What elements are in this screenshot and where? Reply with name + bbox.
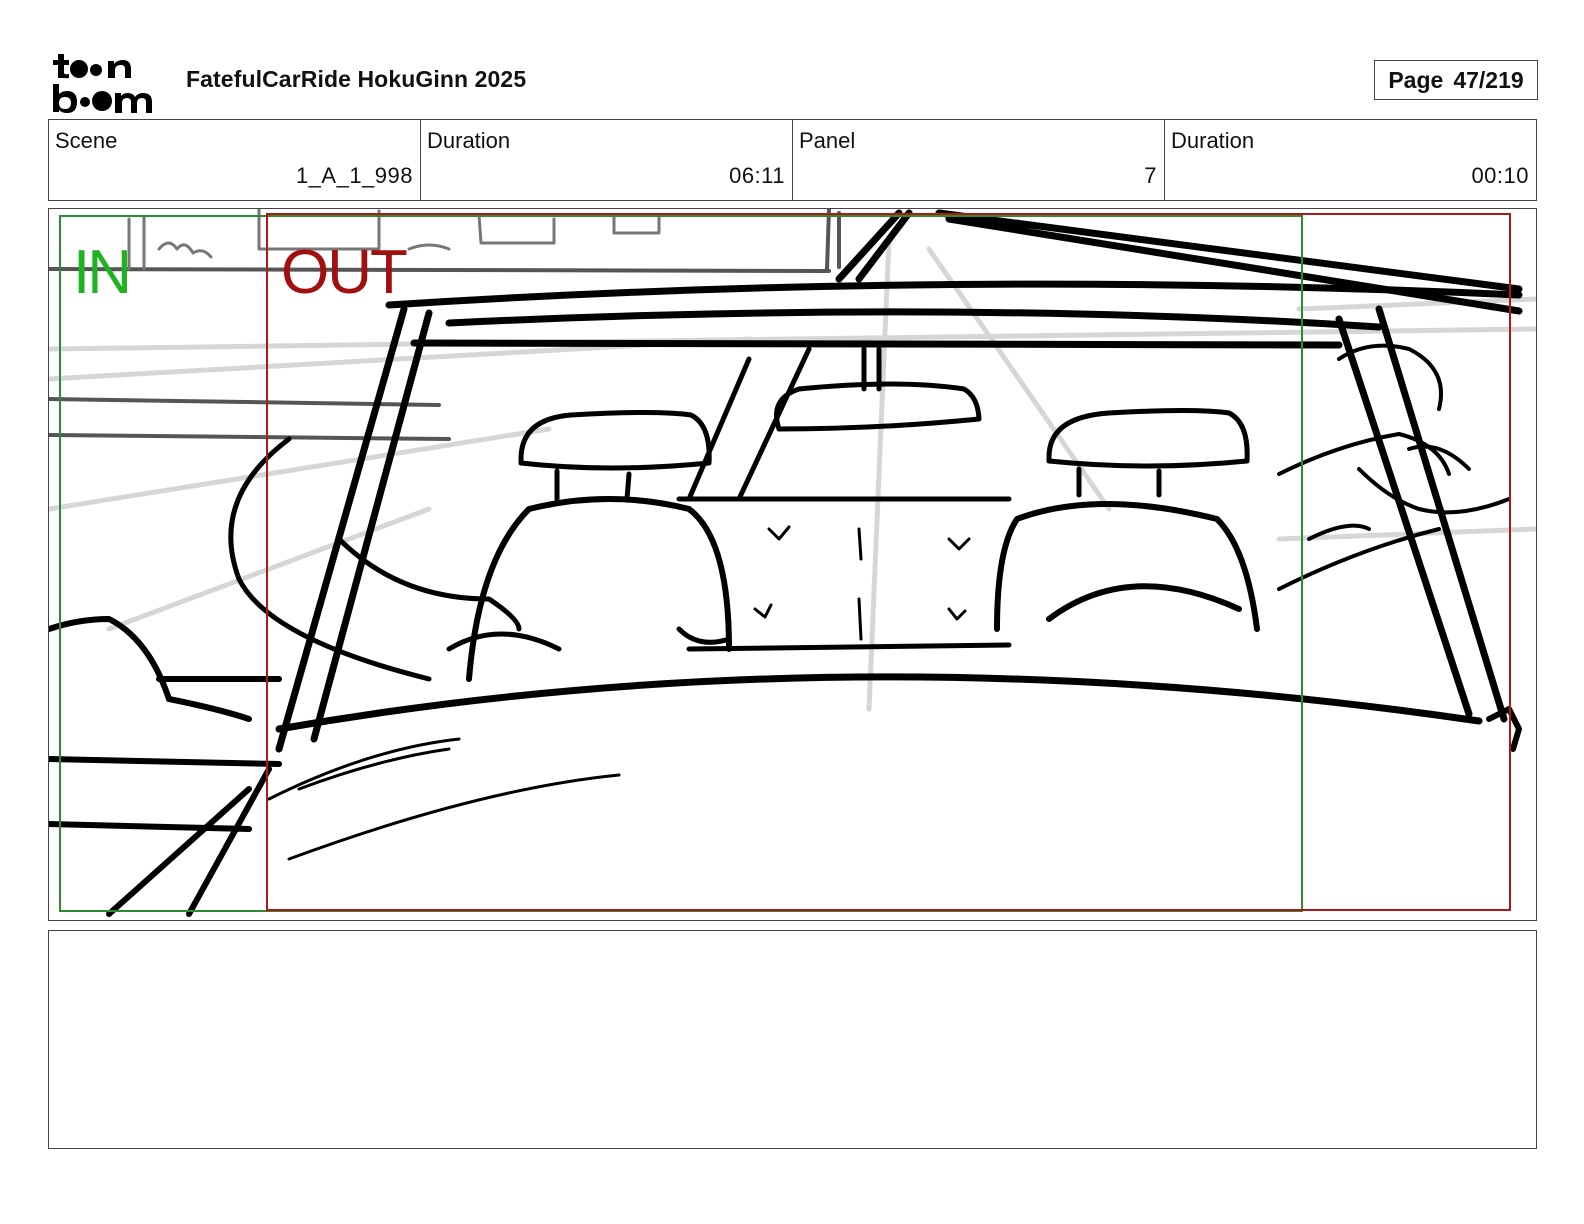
- panel-value: 7: [1144, 163, 1157, 188]
- panel-duration-value: 00:10: [1471, 163, 1529, 188]
- toonboom-logo: [52, 50, 164, 114]
- project-title: FatefulCarRide HokuGinn 2025: [186, 66, 527, 92]
- scene-cell: Scene 1_A_1_998: [49, 120, 421, 200]
- in-marker-label: IN: [73, 238, 132, 307]
- panel-notes-box[interactable]: [48, 930, 1537, 1149]
- scene-duration-label: Duration: [427, 128, 511, 153]
- scene-duration-value: 06:11: [729, 163, 785, 188]
- out-marker-label: OUT: [281, 238, 408, 307]
- panel-cell: Panel 7: [793, 120, 1165, 200]
- panel-duration-cell: Duration 00:10: [1165, 120, 1536, 200]
- page-label: Page: [1388, 66, 1444, 93]
- scene-label: Scene: [55, 128, 118, 153]
- page-indicator: Page 47/219: [1374, 60, 1538, 100]
- storyboard-panel: IN OUT: [48, 208, 1537, 921]
- storyboard-sketch-image: [49, 209, 1536, 917]
- page-number: 47/219: [1453, 66, 1524, 93]
- scene-value: 1_A_1_998: [295, 163, 413, 188]
- scene-info-table: Scene 1_A_1_998 Duration 06:11 Panel 7 D…: [48, 119, 1537, 201]
- scene-duration-cell: Duration 06:11: [421, 120, 793, 200]
- panel-label: Panel: [799, 128, 856, 153]
- panel-duration-label: Duration: [1171, 128, 1255, 153]
- toonboom-logo-icon: [53, 54, 152, 113]
